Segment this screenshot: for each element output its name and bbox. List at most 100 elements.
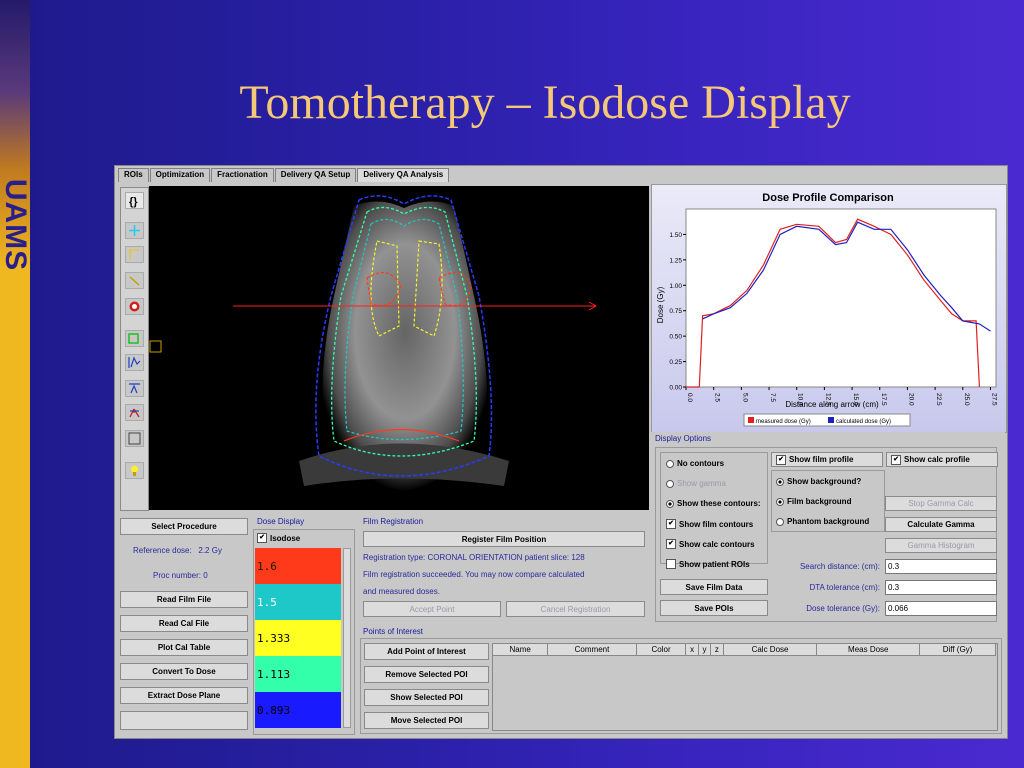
add-poi-button[interactable]: Add Point of Interest	[364, 643, 489, 660]
display-options-panel: Display Options No contours Show gamma S…	[651, 432, 1005, 622]
calc-profile-toggle[interactable]: ✔ Show calc profile	[886, 452, 998, 467]
radio-phantom-background[interactable]: Phantom background	[776, 517, 869, 526]
tab-optimization[interactable]: Optimization	[149, 168, 211, 182]
radio-film-background[interactable]: Film background	[776, 497, 851, 506]
move-poi-button[interactable]: Move Selected POI	[364, 712, 489, 729]
dose-tolerance-field[interactable]: 0.066	[885, 601, 997, 616]
film-isodose-viewer[interactable]	[149, 186, 649, 510]
isodose-level-2[interactable]: 1.5	[255, 584, 341, 620]
calculate-gamma-button[interactable]: Calculate Gamma	[885, 517, 997, 532]
square-icon[interactable]	[125, 430, 144, 447]
reference-dose-value: 2.2 Gy	[198, 546, 222, 555]
dose-tolerance-label: Dose tolerance (Gy):	[806, 604, 880, 613]
y-tick-label: 1.50	[669, 232, 682, 239]
isodose-checkbox[interactable]: ✔ Isodose	[257, 533, 300, 543]
profile-icon[interactable]	[125, 354, 144, 371]
accept-point-button[interactable]: Accept Point	[363, 601, 501, 617]
background-radio-group: Show background? Film background Phantom…	[771, 470, 885, 532]
ruler-icon[interactable]	[125, 246, 144, 263]
convert-to-dose-button[interactable]: Convert To Dose	[120, 663, 248, 680]
stop-gamma-button[interactable]: Stop Gamma Calc	[885, 496, 997, 511]
tab-delivery-qa-analysis[interactable]: Delivery QA Analysis	[357, 168, 450, 182]
y-tick-label: 1.00	[669, 283, 682, 290]
y-tick-label: 0.25	[669, 359, 682, 366]
tab-rois[interactable]: ROIs	[118, 168, 149, 182]
light-icon[interactable]	[125, 462, 144, 479]
isodose-level-1[interactable]: 1.6	[255, 548, 341, 584]
tab-fractionation[interactable]: Fractionation	[211, 168, 274, 182]
x-tick-label: 5.0	[741, 393, 748, 402]
save-pois-button[interactable]: Save POIs	[660, 600, 768, 616]
poi-col-meas-dose[interactable]: Meas Dose	[816, 643, 921, 656]
check-calc-contours[interactable]: ✔ Show calc contours	[666, 539, 755, 549]
poi-col-calc-dose[interactable]: Calc Dose	[722, 643, 818, 656]
chart-x-label: Distance along arrow (cm)	[785, 400, 879, 409]
y-tick-label: 0.50	[669, 334, 682, 341]
film-profile-toggle[interactable]: ✔ Show film profile	[771, 452, 883, 467]
save-film-data-button[interactable]: Save Film Data	[660, 579, 768, 595]
select-procedure-button[interactable]: Select Procedure	[120, 518, 248, 535]
search-distance-field[interactable]: 0.3	[885, 559, 997, 574]
empty-button[interactable]	[120, 711, 248, 730]
poi-table-area[interactable]	[492, 643, 998, 731]
radio-show-gamma[interactable]: Show gamma	[666, 479, 726, 488]
line-icon[interactable]	[125, 272, 144, 289]
tab-delivery-qa-setup[interactable]: Delivery QA Setup	[274, 168, 357, 182]
tab-bar: ROIs Optimization Fractionation Delivery…	[118, 168, 450, 182]
legend-swatch	[828, 417, 834, 423]
crosshair-icon[interactable]	[125, 222, 144, 239]
display-options-box: No contours Show gamma Show these contou…	[655, 447, 998, 622]
gamma-histogram-button[interactable]: Gamma Histogram	[885, 538, 997, 553]
poi-col-name[interactable]: Name	[491, 643, 549, 656]
legend-swatch	[748, 417, 754, 423]
chart-title: Dose Profile Comparison	[762, 192, 894, 204]
chart-legend: measured dose (Gy) calculated dose (Gy)	[743, 413, 911, 427]
cancel-registration-button[interactable]: Cancel Registration	[506, 601, 645, 617]
read-film-file-button[interactable]: Read Film File	[120, 591, 248, 608]
plot-area: 0.00 0.25 0.50 0.75 1.00 1.25 1.50 0.0 2.5 5.0 7.5…	[669, 208, 997, 406]
fork-icon[interactable]	[125, 404, 144, 421]
profile-alt-icon[interactable]	[125, 380, 144, 397]
rotate-icon[interactable]: {}	[125, 192, 144, 209]
check-film-contours[interactable]: ✔ Show film contours	[666, 519, 753, 529]
dose-display-title: Dose Display	[257, 517, 305, 526]
x-tick-label: 7.5	[769, 393, 776, 402]
roi-icon[interactable]	[125, 330, 144, 347]
isodose-level-3[interactable]: 1.333	[255, 620, 341, 656]
search-distance-label: Search distance: (cm):	[799, 562, 880, 571]
poi-col-y[interactable]: y	[697, 643, 712, 656]
check-patient-rois[interactable]: Show patient ROIs	[666, 559, 750, 569]
target-icon[interactable]	[125, 298, 144, 315]
isodose-level-5[interactable]: 0.893	[255, 692, 341, 728]
poi-col-color[interactable]: Color	[635, 643, 687, 656]
x-tick-label: 27.5	[990, 393, 997, 406]
uams-logo: UAMS	[0, 178, 32, 272]
poi-col-z[interactable]: z	[710, 643, 724, 656]
dta-tolerance-label: DTA tolerance (cm):	[809, 583, 880, 592]
remove-poi-button[interactable]: Remove Selected POI	[364, 666, 489, 683]
application-window: ROIs Optimization Fractionation Delivery…	[114, 165, 1008, 739]
x-tick-label: 20.0	[907, 393, 914, 406]
poi-col-comment[interactable]: Comment	[547, 643, 637, 656]
poi-col-diff[interactable]: Diff (Gy)	[919, 643, 996, 656]
poi-col-x[interactable]: x	[685, 643, 699, 656]
registration-line-2: Film registration succeeded. You may now…	[363, 570, 585, 579]
radio-show-background[interactable]: Show background?	[776, 477, 861, 486]
isodose-level-4[interactable]: 1.113	[255, 656, 341, 692]
isodose-scrollbar[interactable]	[343, 548, 351, 728]
dose-display-panel: ✔ Isodose 1.6 1.5 1.333 1.113 0.893	[253, 529, 355, 735]
radio-no-contours[interactable]: No contours	[666, 459, 724, 468]
read-cal-file-button[interactable]: Read Cal File	[120, 615, 248, 632]
registration-line-3: and measured doses.	[363, 587, 440, 596]
plot-cal-table-button[interactable]: Plot Cal Table	[120, 639, 248, 656]
film-registration-title: Film Registration	[363, 517, 424, 526]
x-tick-label: 22.5	[935, 393, 942, 406]
display-options-title: Display Options	[655, 434, 712, 443]
register-film-position-button[interactable]: Register Film Position	[363, 531, 645, 547]
extract-dose-plane-button[interactable]: Extract Dose Plane	[120, 687, 248, 704]
svg-text:{}: {}	[129, 196, 138, 208]
show-poi-button[interactable]: Show Selected POI	[364, 689, 489, 706]
dta-tolerance-field[interactable]: 0.3	[885, 580, 997, 595]
tool-palette: {}	[120, 187, 149, 511]
radio-show-these-contours[interactable]: Show these contours:	[666, 499, 761, 508]
